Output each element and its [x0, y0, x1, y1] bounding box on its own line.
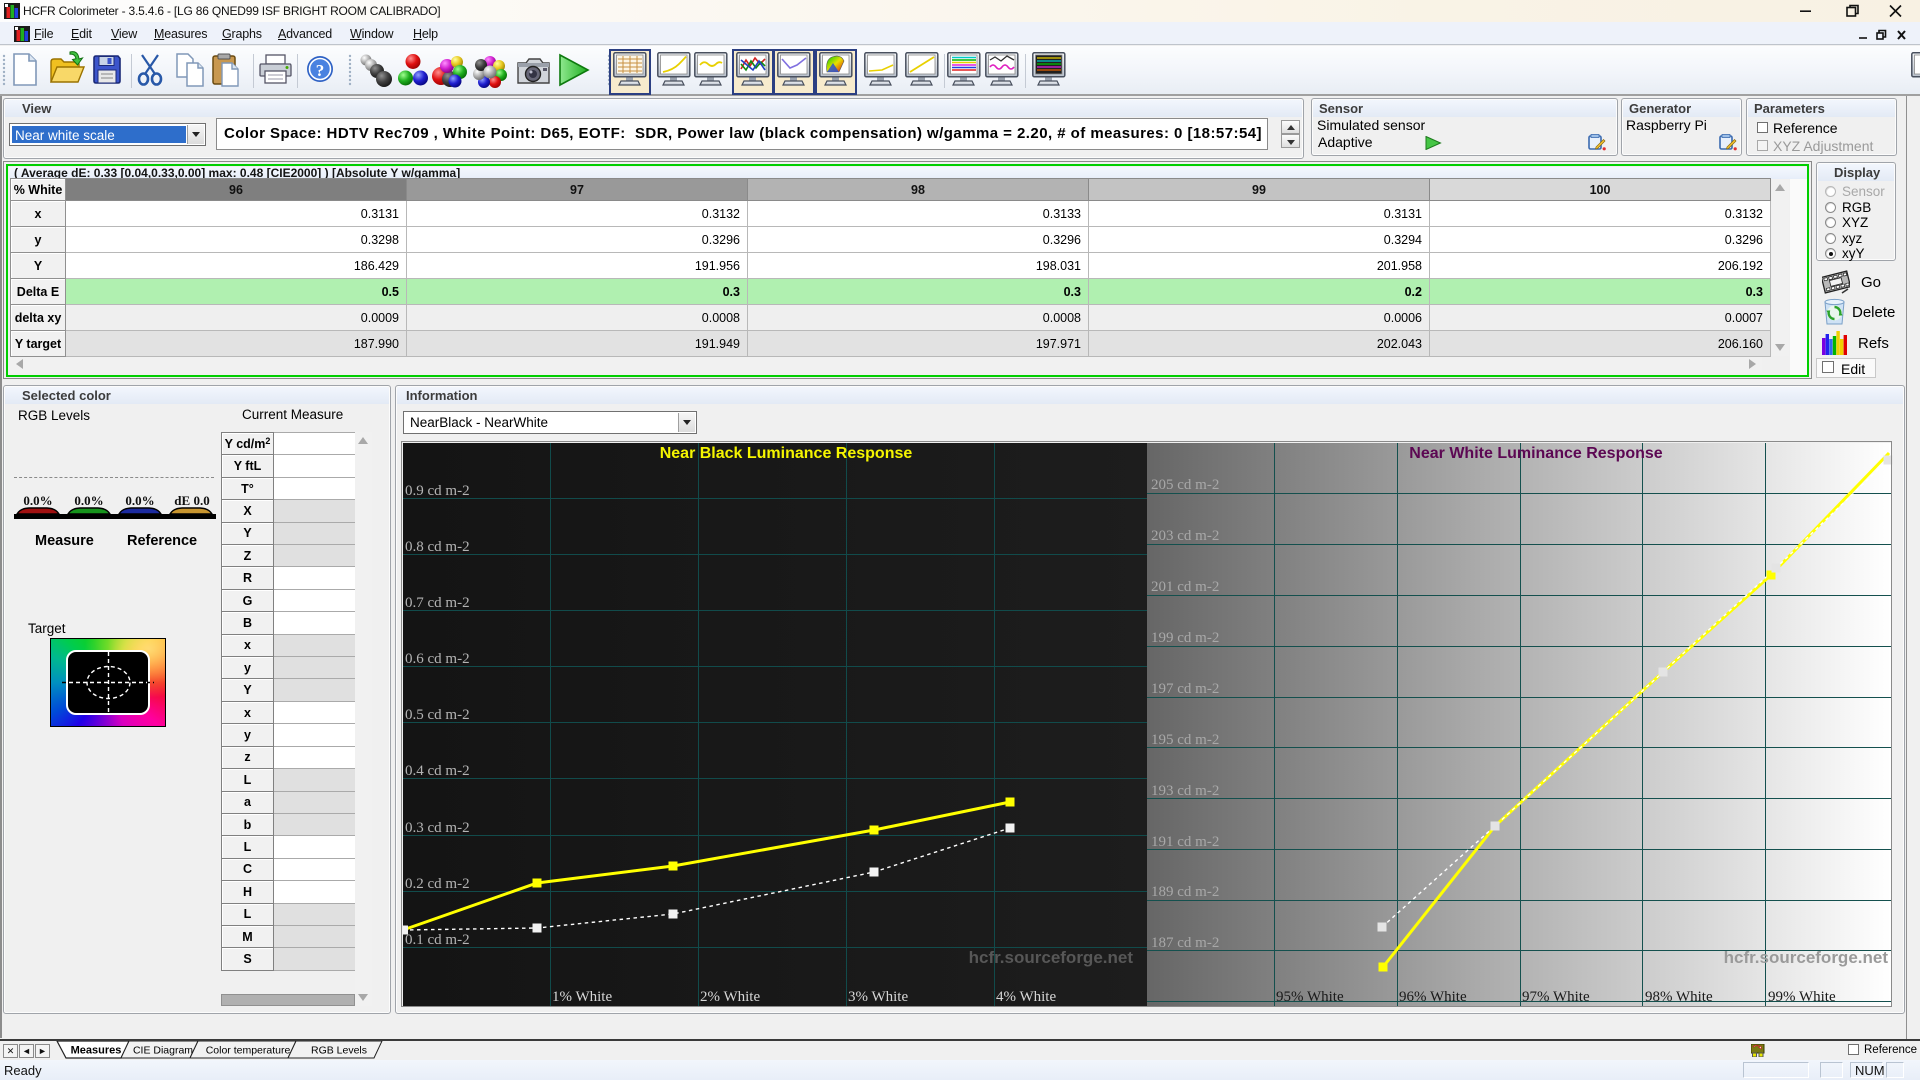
svg-text:Near White Luminance Response: Near White Luminance Response [1409, 445, 1662, 462]
svg-text:97% White: 97% White [1522, 989, 1590, 1005]
svg-text:189 cd m-2: 189 cd m-2 [1151, 884, 1219, 900]
svg-text:0.2 cd m-2: 0.2 cd m-2 [405, 876, 470, 892]
svg-text:dE 0.0: dE 0.0 [174, 494, 209, 508]
svg-text:3% White: 3% White [848, 989, 908, 1005]
svg-text:0.6 cd m-2: 0.6 cd m-2 [405, 651, 470, 667]
svg-text:2% White: 2% White [700, 989, 760, 1005]
svg-text:201 cd m-2: 201 cd m-2 [1151, 579, 1219, 595]
svg-text:99% White: 99% White [1768, 989, 1836, 1005]
svg-text:Near Black Luminance Response: Near Black Luminance Response [660, 445, 913, 462]
svg-text:1% White: 1% White [552, 989, 612, 1005]
svg-text:4% White: 4% White [996, 989, 1056, 1005]
svg-text:0.1 cd m-2: 0.1 cd m-2 [405, 932, 470, 948]
svg-text:hcfr.sourceforge.net: hcfr.sourceforge.net [1724, 948, 1889, 967]
svg-text:96% White: 96% White [1399, 989, 1467, 1005]
svg-text:199 cd m-2: 199 cd m-2 [1151, 630, 1219, 646]
svg-text:0.0%: 0.0% [74, 494, 103, 508]
svg-text:193 cd m-2: 193 cd m-2 [1151, 783, 1219, 799]
svg-text:Color temperature: Color temperature [206, 1045, 291, 1057]
svg-text:0.0%: 0.0% [125, 494, 154, 508]
svg-text:0.4 cd m-2: 0.4 cd m-2 [405, 763, 470, 779]
svg-text:187 cd m-2: 187 cd m-2 [1151, 935, 1219, 951]
svg-text:CIE Diagram: CIE Diagram [133, 1045, 193, 1057]
svg-text:0.5 cd m-2: 0.5 cd m-2 [405, 707, 470, 723]
svg-text:203 cd m-2: 203 cd m-2 [1151, 528, 1219, 544]
svg-text:Measures: Measures [71, 1045, 122, 1057]
svg-text:hcfr.sourceforge.net: hcfr.sourceforge.net [969, 948, 1134, 967]
svg-text:0.0%: 0.0% [23, 494, 52, 508]
svg-text:95% White: 95% White [1276, 989, 1344, 1005]
svg-text:191 cd m-2: 191 cd m-2 [1151, 834, 1219, 850]
svg-text:0.8 cd m-2: 0.8 cd m-2 [405, 539, 470, 555]
svg-text:197 cd m-2: 197 cd m-2 [1151, 681, 1219, 697]
svg-text:0.7 cd m-2: 0.7 cd m-2 [405, 595, 470, 611]
svg-text:?: ? [316, 61, 325, 80]
svg-text:0.9 cd m-2: 0.9 cd m-2 [405, 483, 470, 499]
svg-text:205 cd m-2: 205 cd m-2 [1151, 477, 1219, 493]
svg-text:98% White: 98% White [1645, 989, 1713, 1005]
svg-text:195 cd m-2: 195 cd m-2 [1151, 732, 1219, 748]
svg-text:RGB Levels: RGB Levels [311, 1045, 367, 1057]
svg-text:0.3 cd m-2: 0.3 cd m-2 [405, 820, 470, 836]
